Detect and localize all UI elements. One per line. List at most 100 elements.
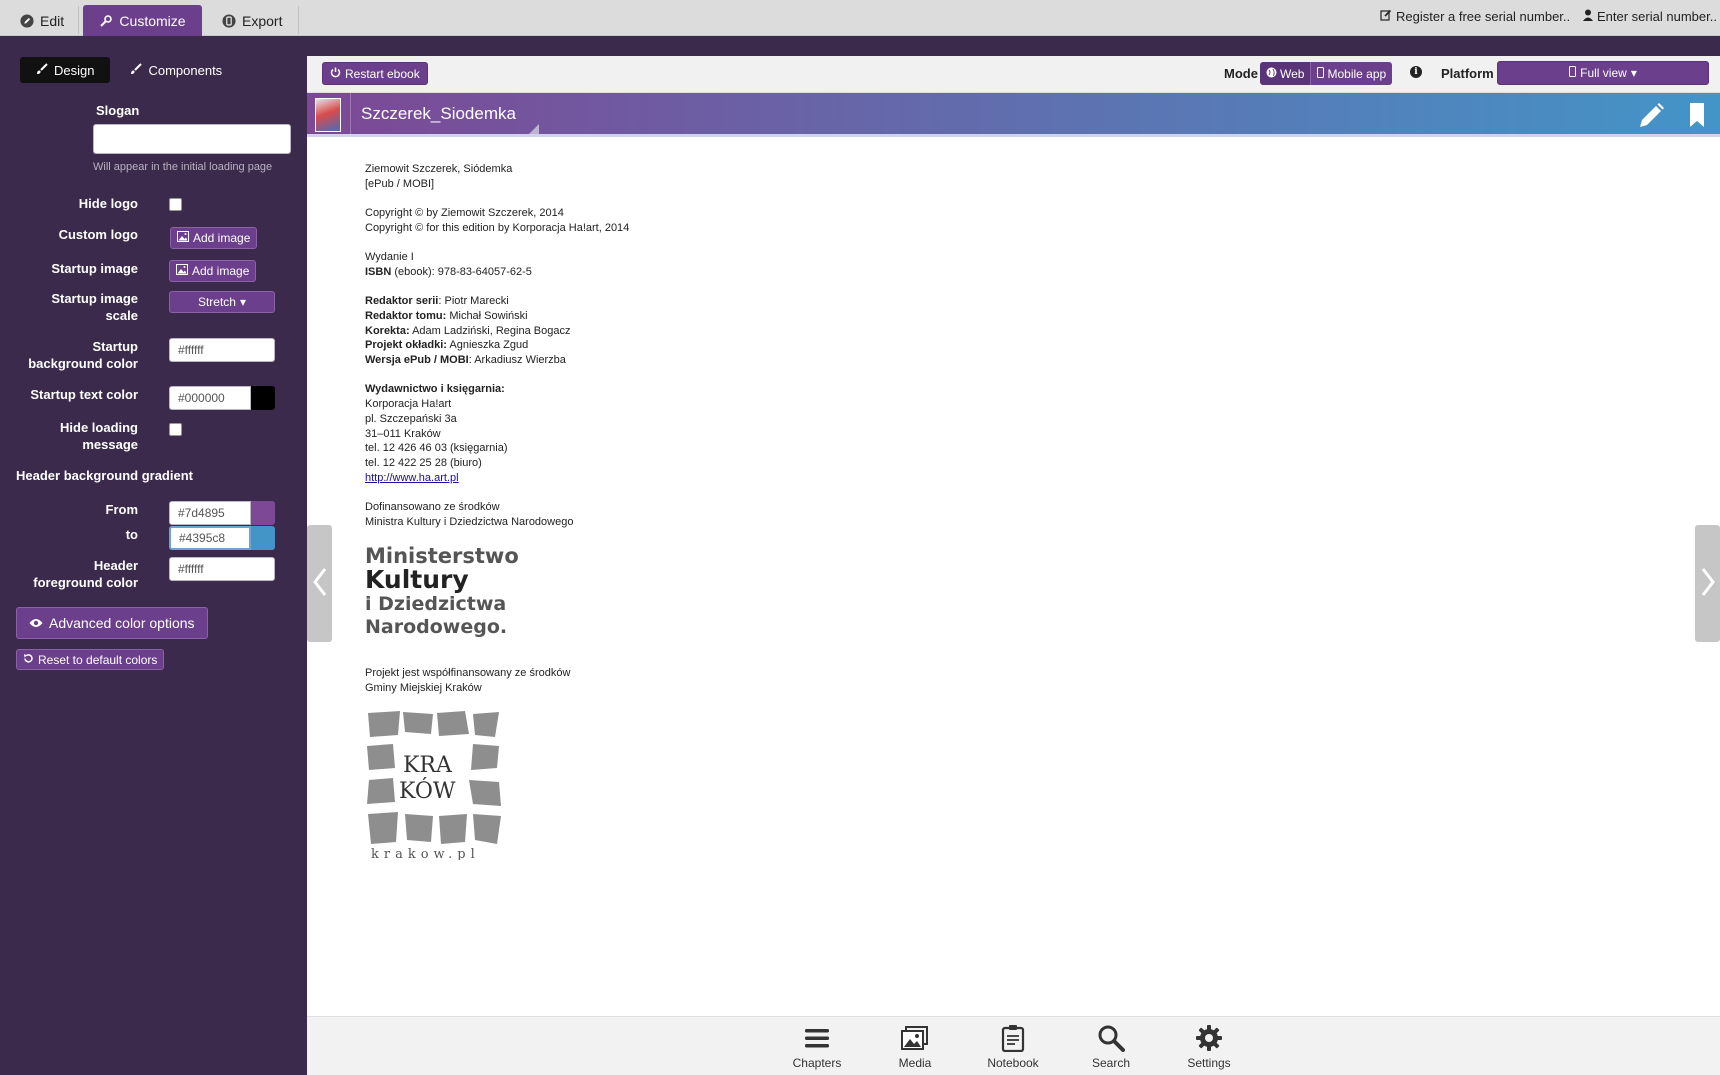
wrench-icon <box>99 14 113 28</box>
custom-logo-add-image-button[interactable]: Add image <box>170 227 258 249</box>
gradient-from-input[interactable]: #7d4895 <box>169 501 251 525</box>
title-block: Ziemowit Szczerek, Siódemka [ePub / MOBI… <box>365 162 965 191</box>
pencil-icon[interactable] <box>1636 101 1666 134</box>
startup-bg-color-input[interactable]: #ffffff <box>169 338 275 362</box>
cofunding-block: Projekt jest współfinansowany ze środków… <box>365 666 965 695</box>
text-line: Gminy Miejskiej Kraków <box>365 681 482 694</box>
nav-settings-label: Settings <box>1187 1056 1231 1070</box>
startup-bg-color-label: Startup background color <box>28 338 138 372</box>
publisher-heading-text: Wydawnictwo i księgarnia: <box>365 383 505 396</box>
brush-icon <box>36 62 48 78</box>
chevron-right-icon <box>1701 567 1715 600</box>
text-line: Copyright © by Ziemowit Szczerek, 2014 <box>365 207 564 220</box>
mode-toggle-group: Web Mobile app <box>1260 62 1393 85</box>
startup-text-color-label: Startup text color <box>30 387 138 402</box>
advanced-color-options-button[interactable]: Advanced color options <box>16 607 208 639</box>
text-line: tel. 12 426 46 03 (księgarnia) <box>365 442 508 455</box>
startup-text-color-swatch[interactable] <box>251 386 275 410</box>
hide-loading-checkbox[interactable] <box>169 423 182 436</box>
mode-mobile-app-button[interactable]: Mobile app <box>1310 62 1393 85</box>
platform-dropdown[interactable]: Full view ▾ <box>1497 61 1709 85</box>
gradient-to-label: to <box>125 527 138 542</box>
mode-mobile-app-label: Mobile app <box>1327 66 1387 81</box>
nav-notebook-label: Notebook <box>987 1056 1039 1070</box>
nav-media[interactable]: Media <box>880 1024 950 1070</box>
bookmark-icon[interactable] <box>1689 102 1705 131</box>
logo-text: krakow.pl <box>371 847 480 860</box>
pencil-icon <box>20 13 34 28</box>
caret-down-icon: ▾ <box>1630 66 1637 80</box>
slogan-label: Slogan <box>96 103 140 118</box>
restart-ebook-button[interactable]: Restart ebook <box>322 62 428 85</box>
tab-components-label: Components <box>148 62 223 78</box>
startup-image-scale-label: Startup image scale <box>51 290 138 324</box>
register-serial-link[interactable]: Register a free serial number.. <box>1380 9 1570 24</box>
text-line: Korporacja Ha!art <box>365 398 452 411</box>
book-cover-thumbnail[interactable] <box>315 98 341 132</box>
nav-chapters-label: Chapters <box>792 1056 842 1070</box>
next-page-button[interactable] <box>1695 525 1720 642</box>
nav-notebook[interactable]: Notebook <box>978 1024 1048 1070</box>
credit-value: : Piotr Marecki <box>438 295 509 308</box>
credit-label: Projekt okładki: <box>365 339 447 352</box>
tab-design[interactable]: Design <box>20 57 111 83</box>
credit-line: Projekt okładki: Agnieszka Zgud <box>365 338 965 353</box>
label-line: scale <box>105 308 138 323</box>
startup-text-color-input[interactable]: #000000 <box>169 386 251 410</box>
mobile-icon <box>1569 66 1577 80</box>
text-line: 31–011 Kraków <box>365 427 441 440</box>
preview-toolbar: Restart ebook Mode Web Mobile app i Plat… <box>307 56 1720 93</box>
tab-edit[interactable]: Edit <box>8 5 76 36</box>
nav-chapters[interactable]: Chapters <box>782 1024 852 1070</box>
undo-icon <box>23 653 34 667</box>
ebook-page-content: Ziemowit Szczerek, Siódemka [ePub / MOBI… <box>365 162 965 862</box>
tab-export[interactable]: Export <box>210 5 294 36</box>
top-bar: Edit Customize Export Register a free se… <box>0 0 1720 36</box>
tab-customize[interactable]: Customize <box>83 5 202 36</box>
images-icon <box>901 1026 928 1050</box>
ebook-header: Szczerek_Siodemka <box>307 93 1720 137</box>
gradient-to-input[interactable]: #4395c8 <box>169 526 251 550</box>
info-icon[interactable]: i <box>1410 66 1422 78</box>
nav-search[interactable]: Search <box>1076 1024 1146 1070</box>
tab-components[interactable]: Components <box>114 57 238 83</box>
previous-page-button[interactable] <box>307 525 332 642</box>
text-line: Ministra Kultury i Dziedzictwa Narodoweg… <box>365 515 574 528</box>
gradient-from-swatch[interactable] <box>251 501 275 525</box>
mode-web-label: Web <box>1280 66 1305 81</box>
hide-logo-checkbox[interactable] <box>169 198 182 211</box>
publisher-url-link[interactable]: http://www.ha.art.pl <box>365 472 459 484</box>
startup-image-scale-dropdown[interactable]: Stretch ▾ <box>169 291 275 313</box>
header-fg-color-label: Header foreground color <box>33 557 138 591</box>
text-line: Ziemowit Szczerek, Siódemka <box>365 163 513 175</box>
user-icon <box>1583 9 1593 24</box>
startup-image-button-label: Add image <box>192 264 250 278</box>
startup-image-add-image-button[interactable]: Add image <box>169 260 257 282</box>
credit-value: Agnieszka Zgud <box>446 339 529 352</box>
isbn-label: ISBN <box>365 265 392 278</box>
platform-value: Full view <box>1580 66 1627 80</box>
hide-logo-label: Hide logo <box>78 196 138 211</box>
puzzle-icon <box>130 62 143 78</box>
text-line: [ePub / MOBI] <box>365 177 435 190</box>
advanced-color-options-label: Advanced color options <box>49 615 195 631</box>
nav-media-label: Media <box>898 1056 932 1070</box>
header-fg-color-input[interactable]: #ffffff <box>169 557 275 581</box>
mode-web-button[interactable]: Web <box>1260 62 1311 85</box>
nav-settings[interactable]: Settings <box>1174 1024 1244 1070</box>
gradient-section-title: Header background gradient <box>16 468 193 483</box>
reset-default-colors-label: Reset to default colors <box>38 652 158 667</box>
label-line: Hide loading <box>60 420 138 435</box>
enter-serial-link[interactable]: Enter serial number.. <box>1583 9 1717 24</box>
reset-default-colors-button[interactable]: Reset to default colors <box>16 649 165 670</box>
divider <box>78 6 79 34</box>
credit-label: Korekta: <box>365 324 410 337</box>
design-components-tabs: Design Components <box>20 57 238 83</box>
ebook-title[interactable]: Szczerek_Siodemka <box>361 104 516 124</box>
edit-icon <box>1380 9 1392 24</box>
slogan-input[interactable] <box>93 124 291 154</box>
register-serial-label: Register a free serial number.. <box>1396 9 1571 24</box>
menu-icon <box>805 1029 829 1048</box>
gradient-to-swatch[interactable] <box>251 526 275 550</box>
image-icon <box>177 231 189 245</box>
